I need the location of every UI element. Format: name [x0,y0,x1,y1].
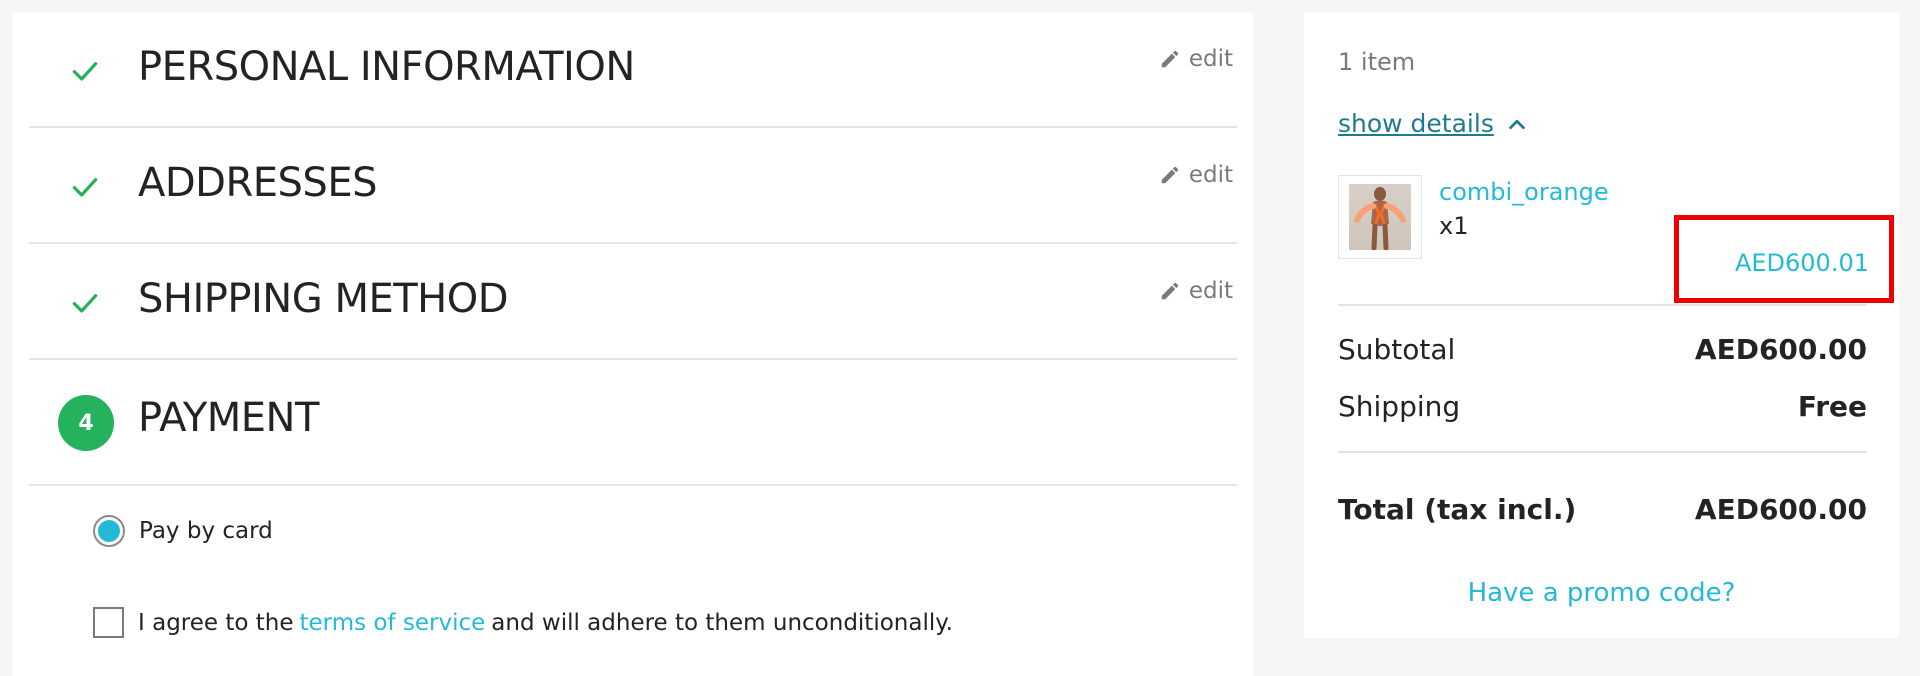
step-title: PAYMENT [138,395,319,441]
pay-by-card-label: Pay by card [139,518,273,544]
shipping-value: Free [1797,390,1867,423]
check-icon [72,294,98,313]
total-value: AED600.00 [1694,493,1867,526]
divider [1338,451,1867,453]
edit-label: edit [1188,278,1233,304]
step-addresses: ADDRESSES edit [29,128,1237,244]
step-payment: 4 PAYMENT [29,360,1237,486]
shipping-label: Shipping [1338,390,1461,423]
step-number-badge: 4 [58,395,114,451]
edit-shipping-method-link[interactable]: edit [1159,278,1233,304]
divider [1338,304,1867,306]
terms-suffix: and will adhere to them unconditionally. [491,609,953,636]
terms-prefix: I agree to the [138,609,294,636]
price-highlight-box [1674,215,1894,303]
chevron-up-icon [1509,119,1525,129]
total-label: Total (tax incl.) [1338,493,1577,526]
edit-label: edit [1188,46,1233,72]
pay-by-card-option[interactable]: Pay by card [93,515,273,547]
order-summary: 1 item show details combi_orange x1 AED6… [1304,13,1899,638]
product-figure-icon [1354,187,1406,250]
product-image [1349,184,1411,250]
check-icon [72,178,98,197]
step-title: ADDRESSES [138,160,377,206]
pencil-icon [1161,166,1179,184]
product-thumbnail[interactable] [1338,175,1422,259]
product-name-link[interactable]: combi_orange [1439,178,1609,206]
pay-by-card-radio[interactable] [93,515,125,547]
show-details-label: show details [1338,109,1494,138]
terms-checkbox[interactable] [93,607,124,638]
items-count: 1 item [1338,48,1416,76]
pencil-icon [1161,282,1179,300]
edit-label: edit [1188,162,1233,188]
pencil-icon [1161,50,1179,68]
radio-selected-dot [98,520,120,542]
subtotal-value: AED600.00 [1694,333,1867,366]
product-quantity: x1 [1439,212,1469,240]
check-icon [72,62,98,81]
step-shipping-method: SHIPPING METHOD edit [29,244,1237,360]
total-row: Total (tax incl.) AED600.00 [1338,493,1867,526]
shipping-row: Shipping Free [1338,390,1867,423]
edit-personal-information-link[interactable]: edit [1159,46,1233,72]
subtotal-label: Subtotal [1338,333,1456,366]
step-personal-information: PERSONAL INFORMATION edit [29,13,1237,128]
subtotal-row: Subtotal AED600.00 [1338,333,1867,366]
checkout-steps-panel: PERSONAL INFORMATION edit ADDRESSES edit… [13,13,1253,676]
step-title: SHIPPING METHOD [138,276,509,322]
show-details-link[interactable]: show details [1338,109,1528,138]
edit-addresses-link[interactable]: edit [1159,162,1233,188]
step-title: PERSONAL INFORMATION [138,44,635,90]
terms-of-service-link[interactable]: terms of service [300,610,486,636]
promo-code-link[interactable]: Have a promo code? [1304,578,1899,608]
terms-agreement: I agree to the terms of service and will… [93,607,953,638]
